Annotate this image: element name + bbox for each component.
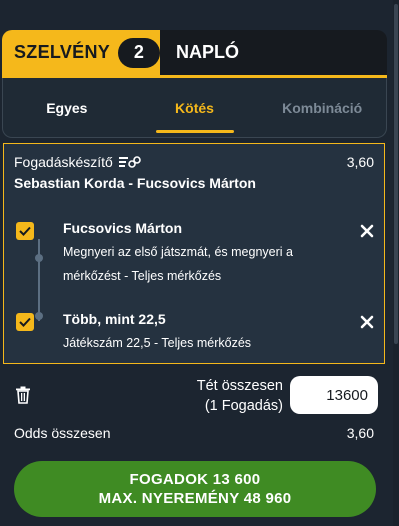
top-tabs: SZELVÉNY 2 NAPLÓ <box>2 30 387 78</box>
scrollbar[interactable] <box>393 0 399 526</box>
selection-title: Több, mint 22,5 <box>63 311 166 327</box>
stake-input[interactable] <box>290 376 378 414</box>
bet-count-badge: 2 <box>118 37 160 68</box>
bet-builder-icon <box>118 156 141 168</box>
bet-card-header: Fogadáskészítő 3,60 Sebastian Korda - Fu… <box>14 154 374 191</box>
tab-single[interactable]: Egyes <box>3 78 131 137</box>
total-odds-label: Odds összesen <box>14 425 111 441</box>
tab-accumulator[interactable]: Kötés <box>131 78 259 137</box>
place-bet-button[interactable]: FOGADOK 13 600 MAX. NYEREMÉNY 48 960 <box>14 461 376 517</box>
tab-log-label: NAPLÓ <box>176 42 239 62</box>
bet-builder-label: Fogadáskészítő <box>14 154 113 170</box>
scrollbar-thumb[interactable] <box>394 4 398 344</box>
selection-checkbox[interactable] <box>16 222 34 240</box>
selection-title: Fucsovics Márton <box>63 220 183 236</box>
close-icon[interactable] <box>360 224 374 238</box>
total-odds-value: 3,60 <box>346 425 374 441</box>
bet-builder-odds: 3,60 <box>346 154 374 170</box>
connector-dot <box>35 312 43 320</box>
match-name: Sebastian Korda - Fucsovics Márton <box>14 175 256 191</box>
tab-bet-slip[interactable]: SZELVÉNY 2 <box>2 30 160 75</box>
total-stake-label: Tét összesen (1 Fogadás) <box>197 376 283 416</box>
tab-combination[interactable]: Kombináció <box>258 78 386 137</box>
place-bet-line2: MAX. NYEREMÉNY 48 960 <box>98 490 292 507</box>
place-bet-line1: FOGADOK 13 600 <box>129 471 261 488</box>
checkbox-checked-icon <box>19 226 31 236</box>
total-stake-label-line1: Tét összesen <box>196 378 283 394</box>
selection-checkbox[interactable] <box>16 313 34 331</box>
total-stake-label-line2: (1 Fogadás) <box>204 398 283 414</box>
checkbox-checked-icon <box>19 317 31 327</box>
bet-type-tabs: Egyes Kötés Kombináció <box>2 78 387 138</box>
selection-description: Játékszám 22,5 - Teljes mérkőzés <box>63 336 252 350</box>
tab-bet-slip-label: SZELVÉNY <box>14 42 111 62</box>
bet-builder-card: Fogadáskészítő 3,60 Sebastian Korda - Fu… <box>3 143 385 364</box>
selection-connector <box>38 239 40 321</box>
close-icon[interactable] <box>360 315 374 329</box>
connector-dot <box>35 254 43 262</box>
selection-description: Megnyeri az első játszmát, és megnyeri a <box>63 245 293 259</box>
trash-icon[interactable] <box>15 386 31 404</box>
selection-description: mérkőzést - Teljes mérkőzés <box>63 269 222 283</box>
tab-log[interactable]: NAPLÓ <box>160 30 239 75</box>
